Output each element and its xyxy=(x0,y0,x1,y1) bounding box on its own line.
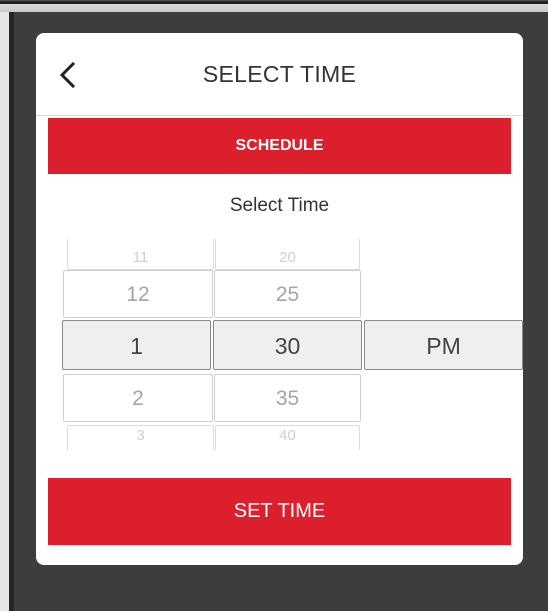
back-button[interactable] xyxy=(54,57,86,93)
header-divider xyxy=(36,115,523,116)
period-selected[interactable]: PM xyxy=(364,320,523,370)
window-left-edge xyxy=(0,12,14,611)
minute-option[interactable]: 25 xyxy=(214,270,361,318)
minute-option[interactable]: 20 xyxy=(215,239,360,270)
hour-selected[interactable]: 1 xyxy=(62,320,211,370)
hour-option[interactable]: 11 xyxy=(67,239,214,270)
chevron-left-icon xyxy=(59,61,76,89)
hour-option[interactable]: 3 xyxy=(67,425,214,450)
dialog-header: SELECT TIME xyxy=(36,33,523,115)
select-time-label: Select Time xyxy=(229,195,330,216)
hour-option[interactable]: 12 xyxy=(63,270,213,318)
dialog-title: SELECT TIME xyxy=(202,61,357,87)
minute-option[interactable]: 40 xyxy=(215,425,360,450)
minute-selected[interactable]: 30 xyxy=(213,320,362,370)
select-time-dialog: SELECT TIME SCHEDULE Select Time 11 12 1… xyxy=(36,33,523,565)
schedule-banner: SCHEDULE xyxy=(48,118,511,174)
hour-option[interactable]: 2 xyxy=(63,374,213,422)
set-time-button[interactable]: SET TIME xyxy=(48,478,511,545)
minute-option[interactable]: 35 xyxy=(214,374,361,422)
